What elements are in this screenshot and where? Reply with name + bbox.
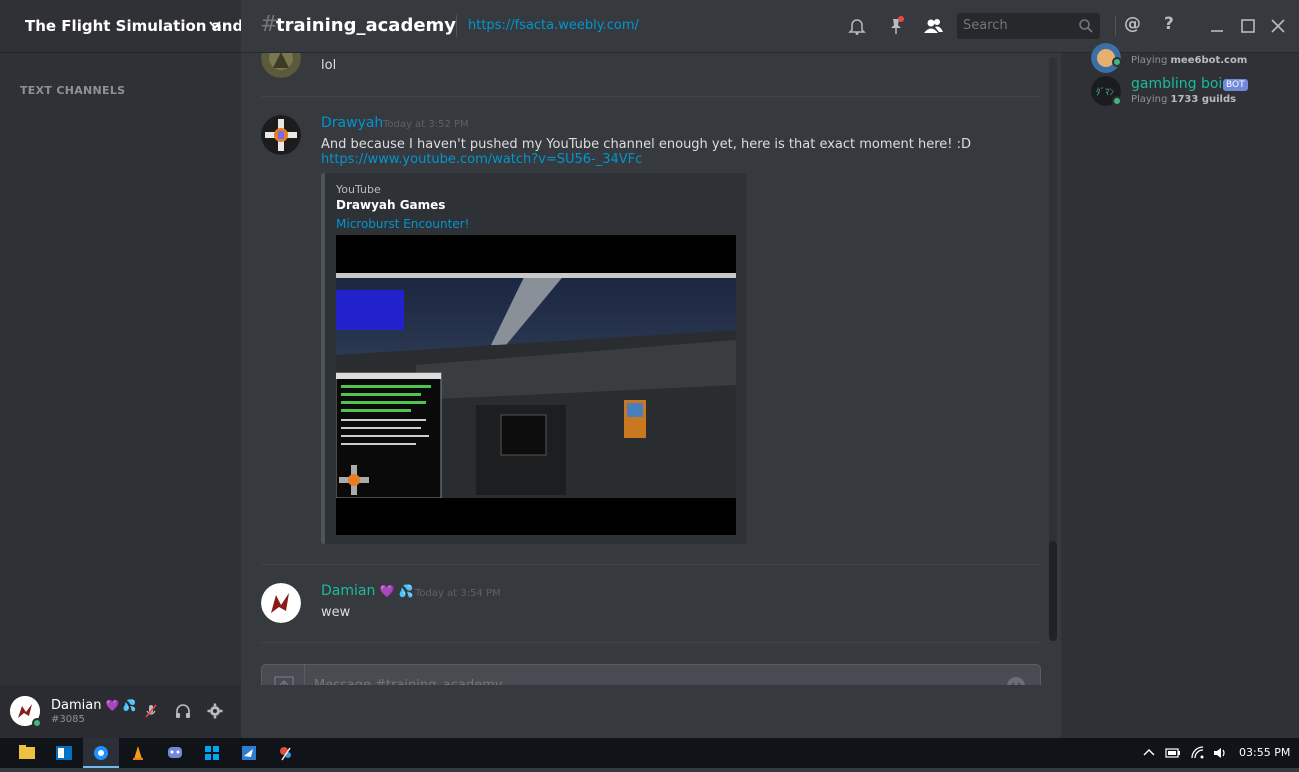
discord-window: The Flight Simulation and... TEXT CHANNE… xyxy=(0,0,1299,738)
video-thumbnail[interactable] xyxy=(336,235,736,535)
user-name: Damian 💜 💦 xyxy=(51,698,137,713)
flight-app-icon[interactable] xyxy=(231,738,267,768)
category-text-channels[interactable]: TEXT CHANNELS xyxy=(20,84,125,97)
store-icon[interactable] xyxy=(194,738,230,768)
scrollbar[interactable] xyxy=(1049,57,1057,641)
channel-sidebar: The Flight Simulation and... TEXT CHANNE… xyxy=(0,0,260,738)
member-list: Playing mee6bot.com ﾀﾞﾏﾝ gambling boi BO… xyxy=(1061,43,1299,738)
vlc-icon[interactable] xyxy=(120,738,156,768)
members-icon[interactable] xyxy=(923,16,943,36)
message-author[interactable]: Damian 💜 💦 xyxy=(321,583,414,599)
header-divider xyxy=(1115,16,1116,36)
close-icon[interactable] xyxy=(1268,16,1288,36)
wifi-icon[interactable] xyxy=(1190,745,1206,761)
search-input[interactable] xyxy=(963,18,1073,33)
message-divider xyxy=(261,642,1041,643)
avatar[interactable] xyxy=(261,53,301,78)
guild-name: The Flight Simulation and... xyxy=(25,17,261,35)
message-composer xyxy=(261,664,1041,685)
emoji-icon[interactable] xyxy=(1006,676,1026,685)
message-content: lol xyxy=(321,58,337,73)
message-list: lol Drawyah Today at 3:52 PM And because… xyxy=(241,53,1061,685)
mute-mic-icon[interactable] xyxy=(142,702,160,720)
user-tag: #3085 xyxy=(51,714,85,725)
bell-icon[interactable] xyxy=(847,16,867,36)
settings-gear-icon[interactable] xyxy=(206,702,224,720)
message-divider xyxy=(261,96,1041,97)
avatar[interactable] xyxy=(261,583,301,623)
online-status-icon xyxy=(1112,96,1122,106)
message-timestamp: Today at 3:54 PM xyxy=(415,588,501,599)
online-status-icon xyxy=(32,718,42,728)
taskbar-clock[interactable]: 03:55 PM xyxy=(1239,746,1290,759)
scroll-thumb[interactable] xyxy=(1049,541,1057,641)
minimize-icon[interactable] xyxy=(1207,16,1227,36)
mention-icon[interactable]: @ xyxy=(1124,14,1141,34)
search-icon xyxy=(1079,19,1093,33)
header-divider xyxy=(456,15,457,37)
message-input[interactable] xyxy=(314,678,964,685)
discord-icon[interactable] xyxy=(157,738,193,768)
outlook-icon[interactable] xyxy=(46,738,82,768)
member-activity: Playing 1733 guilds xyxy=(1131,94,1237,105)
youtube-embed: YouTube Drawyah Games Microburst Encount… xyxy=(321,173,747,544)
pin-icon[interactable] xyxy=(886,16,906,36)
embed-title-link[interactable]: Microburst Encounter! xyxy=(336,217,469,231)
embed-provider: YouTube xyxy=(336,183,381,196)
channel-name: training_academy xyxy=(276,15,457,36)
upload-button[interactable] xyxy=(262,665,305,685)
battery-icon[interactable] xyxy=(1165,745,1181,761)
help-icon[interactable]: ? xyxy=(1164,14,1174,34)
channel-topic-link[interactable]: https://fsacta.weebly.com/ xyxy=(468,18,639,33)
message-divider xyxy=(261,564,1041,565)
chevron-up-icon[interactable] xyxy=(1141,745,1157,761)
user-panel: Damian 💜 💦 #3085 xyxy=(0,685,241,738)
message-content: And because I haven't pushed my YouTube … xyxy=(321,137,972,152)
chevron-down-icon[interactable] xyxy=(208,18,222,32)
online-status-icon xyxy=(1112,57,1122,67)
search-box[interactable] xyxy=(957,13,1100,39)
guild-header[interactable]: The Flight Simulation and... xyxy=(0,0,260,53)
file-explorer-icon[interactable] xyxy=(9,738,45,768)
embed-author[interactable]: Drawyah Games xyxy=(336,198,445,212)
message-timestamp: Today at 3:52 PM xyxy=(383,119,469,130)
maximize-icon[interactable] xyxy=(1238,16,1258,36)
paint-icon[interactable] xyxy=(268,738,304,768)
avatar[interactable] xyxy=(261,115,301,155)
bot-badge: BOT xyxy=(1223,79,1248,91)
member-activity: Playing mee6bot.com xyxy=(1131,55,1248,66)
message-link[interactable]: https://www.youtube.com/watch?v=SU56-_34… xyxy=(321,152,642,167)
volume-icon[interactable] xyxy=(1212,745,1228,761)
windows-taskbar: 03:55 PM xyxy=(0,738,1299,768)
cockpit-image xyxy=(336,235,736,535)
channel-header: # training_academy https://fsacta.weebly… xyxy=(241,0,1299,53)
upload-icon xyxy=(274,676,294,685)
message-author[interactable]: Drawyah xyxy=(321,115,383,131)
browser-icon[interactable] xyxy=(83,738,119,768)
svg-text:ﾀﾞﾏﾝ: ﾀﾞﾏﾝ xyxy=(1096,87,1115,98)
headphones-icon[interactable] xyxy=(174,702,192,720)
message-content: wew xyxy=(321,605,351,620)
member-name: gambling boi xyxy=(1131,76,1223,92)
